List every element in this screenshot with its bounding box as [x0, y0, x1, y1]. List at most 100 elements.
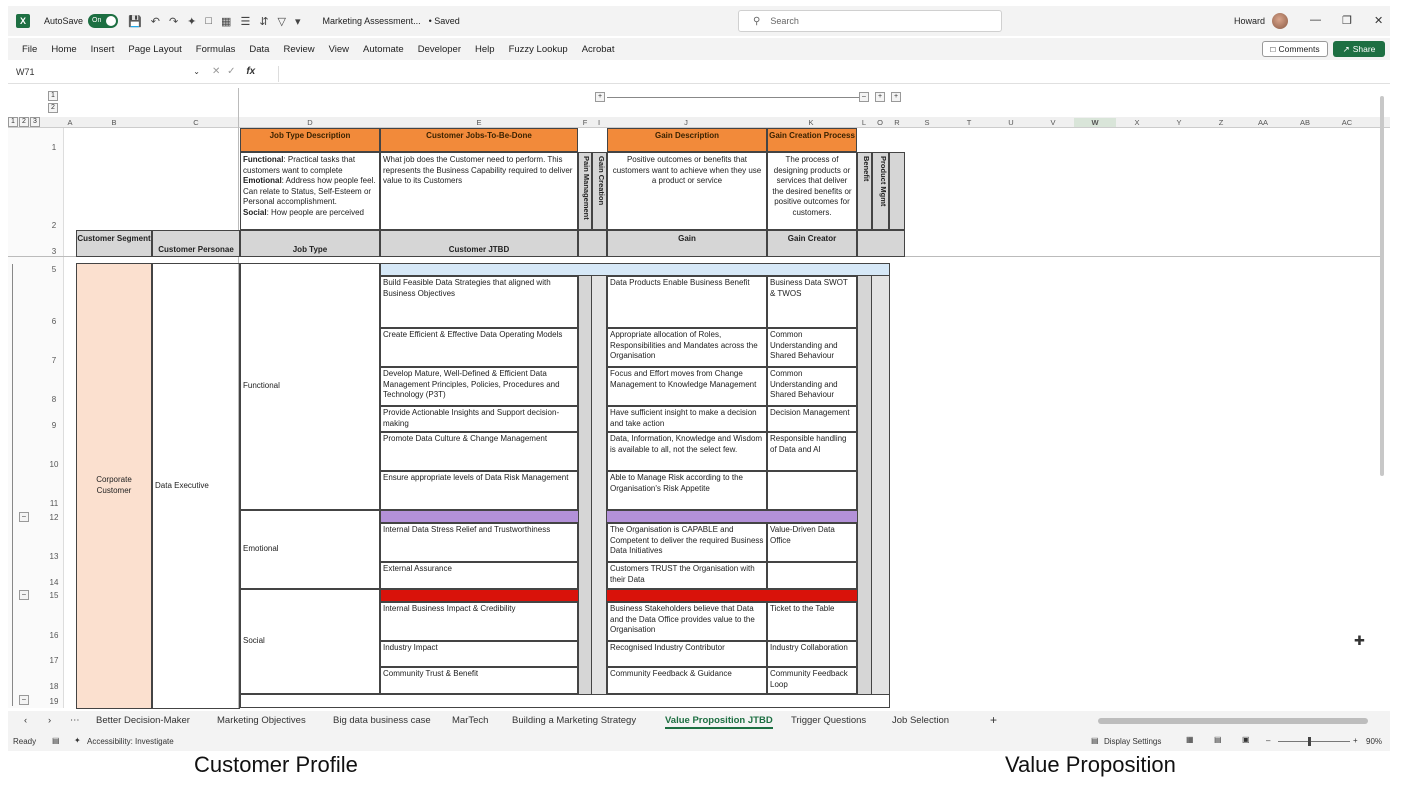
job-type-social[interactable]: Social	[240, 589, 380, 694]
gain-creator-cell[interactable]	[767, 471, 857, 510]
jtbd-cell[interactable]: Build Feasible Data Strategies that alig…	[380, 276, 578, 328]
column-header[interactable]: J	[606, 118, 766, 127]
zoom-level[interactable]: 90%	[1366, 737, 1382, 746]
column-header-selected[interactable]: W	[1074, 118, 1116, 127]
header-job-type[interactable]: Job Type	[240, 230, 380, 257]
jtbd-cell[interactable]: Provide Actionable Insights and Support …	[380, 406, 578, 432]
jtbd-cell[interactable]: External Assurance	[380, 562, 578, 589]
column-header[interactable]: O	[872, 118, 888, 127]
horizontal-scrollbar[interactable]	[1098, 718, 1368, 724]
customize-qat-icon[interactable]: ▾	[295, 15, 301, 28]
customer-persona-cell[interactable]: Data Executive	[152, 263, 240, 709]
header-gain-description[interactable]: Gain Description	[607, 128, 767, 152]
zoom-slider[interactable]	[1278, 741, 1350, 742]
gain-cell[interactable]: Have sufficient insight to make a decisi…	[607, 406, 767, 432]
save-icon[interactable]: 💾	[128, 15, 142, 28]
menu-page-layout[interactable]: Page Layout	[128, 44, 181, 55]
zoom-out-icon[interactable]: –	[1266, 736, 1270, 745]
collapse-group-icon[interactable]: –	[859, 92, 869, 102]
normal-view-icon[interactable]: ▦	[1186, 735, 1194, 744]
column-header[interactable]: T	[948, 118, 990, 127]
jtbd-cell[interactable]: Develop Mature, Well-Defined & Efficient…	[380, 367, 578, 406]
customer-segment-cell[interactable]: Corporate Customer	[76, 263, 152, 709]
add-sheet-icon[interactable]: +	[990, 713, 997, 727]
autosave-toggle[interactable]: On	[88, 14, 119, 28]
column-header[interactable]: Y	[1158, 118, 1200, 127]
column-header[interactable]: AA	[1242, 118, 1284, 127]
tab-trigger-questions[interactable]: Trigger Questions	[791, 715, 866, 726]
gain-cell[interactable]: Focus and Effort moves from Change Manag…	[607, 367, 767, 406]
insert-row-icon[interactable]: ☰	[240, 15, 250, 28]
header-customer-segment[interactable]: Customer Segment	[76, 230, 152, 257]
cancel-icon[interactable]: ✕	[212, 66, 220, 77]
outline-row-level-1[interactable]: 1	[48, 91, 58, 101]
column-header[interactable]: E	[380, 118, 578, 127]
header-pain-management[interactable]: Pain Management	[578, 152, 592, 230]
tab-scroll-left-icon[interactable]: ‹	[24, 715, 27, 726]
display-settings-button[interactable]: Display Settings	[1104, 737, 1161, 746]
menu-formulas[interactable]: Formulas	[196, 44, 236, 55]
header-gain-creator[interactable]: Gain Creator	[767, 230, 857, 257]
column-header[interactable]: D	[240, 118, 380, 127]
column-header[interactable]: X	[1116, 118, 1158, 127]
gain-creator-cell[interactable]: Community Feedback Loop	[767, 667, 857, 694]
gain-creator-cell[interactable]: Decision Management	[767, 406, 857, 432]
column-header[interactable]: B	[76, 118, 152, 127]
minimize-icon[interactable]: —	[1310, 14, 1321, 26]
menu-view[interactable]: View	[329, 44, 349, 55]
menu-home[interactable]: Home	[51, 44, 76, 55]
share-button[interactable]: ↗ Share	[1333, 41, 1385, 57]
job-type-emotional[interactable]: Emotional	[240, 510, 380, 589]
menu-data[interactable]: Data	[249, 44, 269, 55]
jtbd-cell[interactable]: Internal Data Stress Relief and Trustwor…	[380, 523, 578, 562]
menu-help[interactable]: Help	[475, 44, 495, 55]
jtbd-cell[interactable]: Internal Business Impact & Credibility	[380, 602, 578, 641]
gain-cell[interactable]: The Organisation is CAPABLE and Competen…	[607, 523, 767, 562]
vertical-scrollbar[interactable]	[1380, 96, 1384, 476]
header-product-mgmt[interactable]: Product Mgmt	[872, 152, 889, 230]
page-layout-view-icon[interactable]: ▤	[1214, 735, 1222, 744]
formula-input[interactable]	[278, 66, 1382, 82]
user-name[interactable]: Howard	[1234, 16, 1265, 26]
jtbd-cell[interactable]: Industry Impact	[380, 641, 578, 667]
accessibility-status[interactable]: Accessibility: Investigate	[87, 737, 174, 746]
menu-acrobat[interactable]: Acrobat	[582, 44, 615, 55]
tab-better-decision-maker[interactable]: Better Decision-Maker	[96, 715, 190, 726]
undo-icon[interactable]: ↶	[151, 15, 160, 28]
tab-more-icon[interactable]: ⋯	[70, 715, 80, 726]
accessibility-icon[interactable]: ✦	[74, 736, 81, 745]
avatar[interactable]	[1272, 13, 1288, 29]
gain-creator-cell[interactable]: Common Understanding and Shared Behaviou…	[767, 328, 857, 367]
macro-icon[interactable]: ▤	[52, 736, 60, 745]
insert-function-icon[interactable]: fx	[246, 66, 255, 77]
column-header[interactable]: V	[1032, 118, 1074, 127]
tab-value-proposition-jtbd[interactable]: Value Proposition JTBD	[665, 715, 773, 729]
zoom-in-icon[interactable]: +	[1353, 736, 1358, 745]
menu-review[interactable]: Review	[283, 44, 314, 55]
gain-cell[interactable]: Recognised Industry Contributor	[607, 641, 767, 667]
gain-creator-cell[interactable]: Industry Collaboration	[767, 641, 857, 667]
column-header[interactable]: K	[766, 118, 856, 127]
jtbd-cell[interactable]: Ensure appropriate levels of Data Risk M…	[380, 471, 578, 510]
menu-developer[interactable]: Developer	[418, 44, 461, 55]
zoom-slider-thumb[interactable]	[1308, 737, 1311, 746]
header-gain[interactable]: Gain	[607, 230, 767, 257]
header-job-type-description[interactable]: Job Type Description	[240, 128, 380, 152]
column-header[interactable]: Z	[1200, 118, 1242, 127]
tab-big-data-business-case[interactable]: Big data business case	[333, 715, 431, 726]
display-settings-icon[interactable]: ▤	[1091, 736, 1099, 745]
filter-icon[interactable]: ▽	[278, 15, 286, 28]
gain-cell[interactable]: Community Feedback & Guidance	[607, 667, 767, 694]
expand-group-icon[interactable]: +	[891, 92, 901, 102]
column-header[interactable]: U	[990, 118, 1032, 127]
column-header[interactable]: A	[64, 118, 76, 127]
jtbd-cell[interactable]: Create Efficient & Effective Data Operat…	[380, 328, 578, 367]
header-gain-creation-process[interactable]: Gain Creation Process	[767, 128, 857, 152]
gain-creator-cell[interactable]	[767, 562, 857, 589]
outline-level-2[interactable]: 2	[19, 117, 29, 127]
menu-automate[interactable]: Automate	[363, 44, 404, 55]
redo-icon[interactable]: ↷	[169, 15, 178, 28]
job-type-description-text[interactable]: Functional: Practical tasks that custome…	[240, 152, 380, 230]
comments-button[interactable]: □ Comments	[1262, 41, 1328, 57]
menu-file[interactable]: File	[22, 44, 37, 55]
